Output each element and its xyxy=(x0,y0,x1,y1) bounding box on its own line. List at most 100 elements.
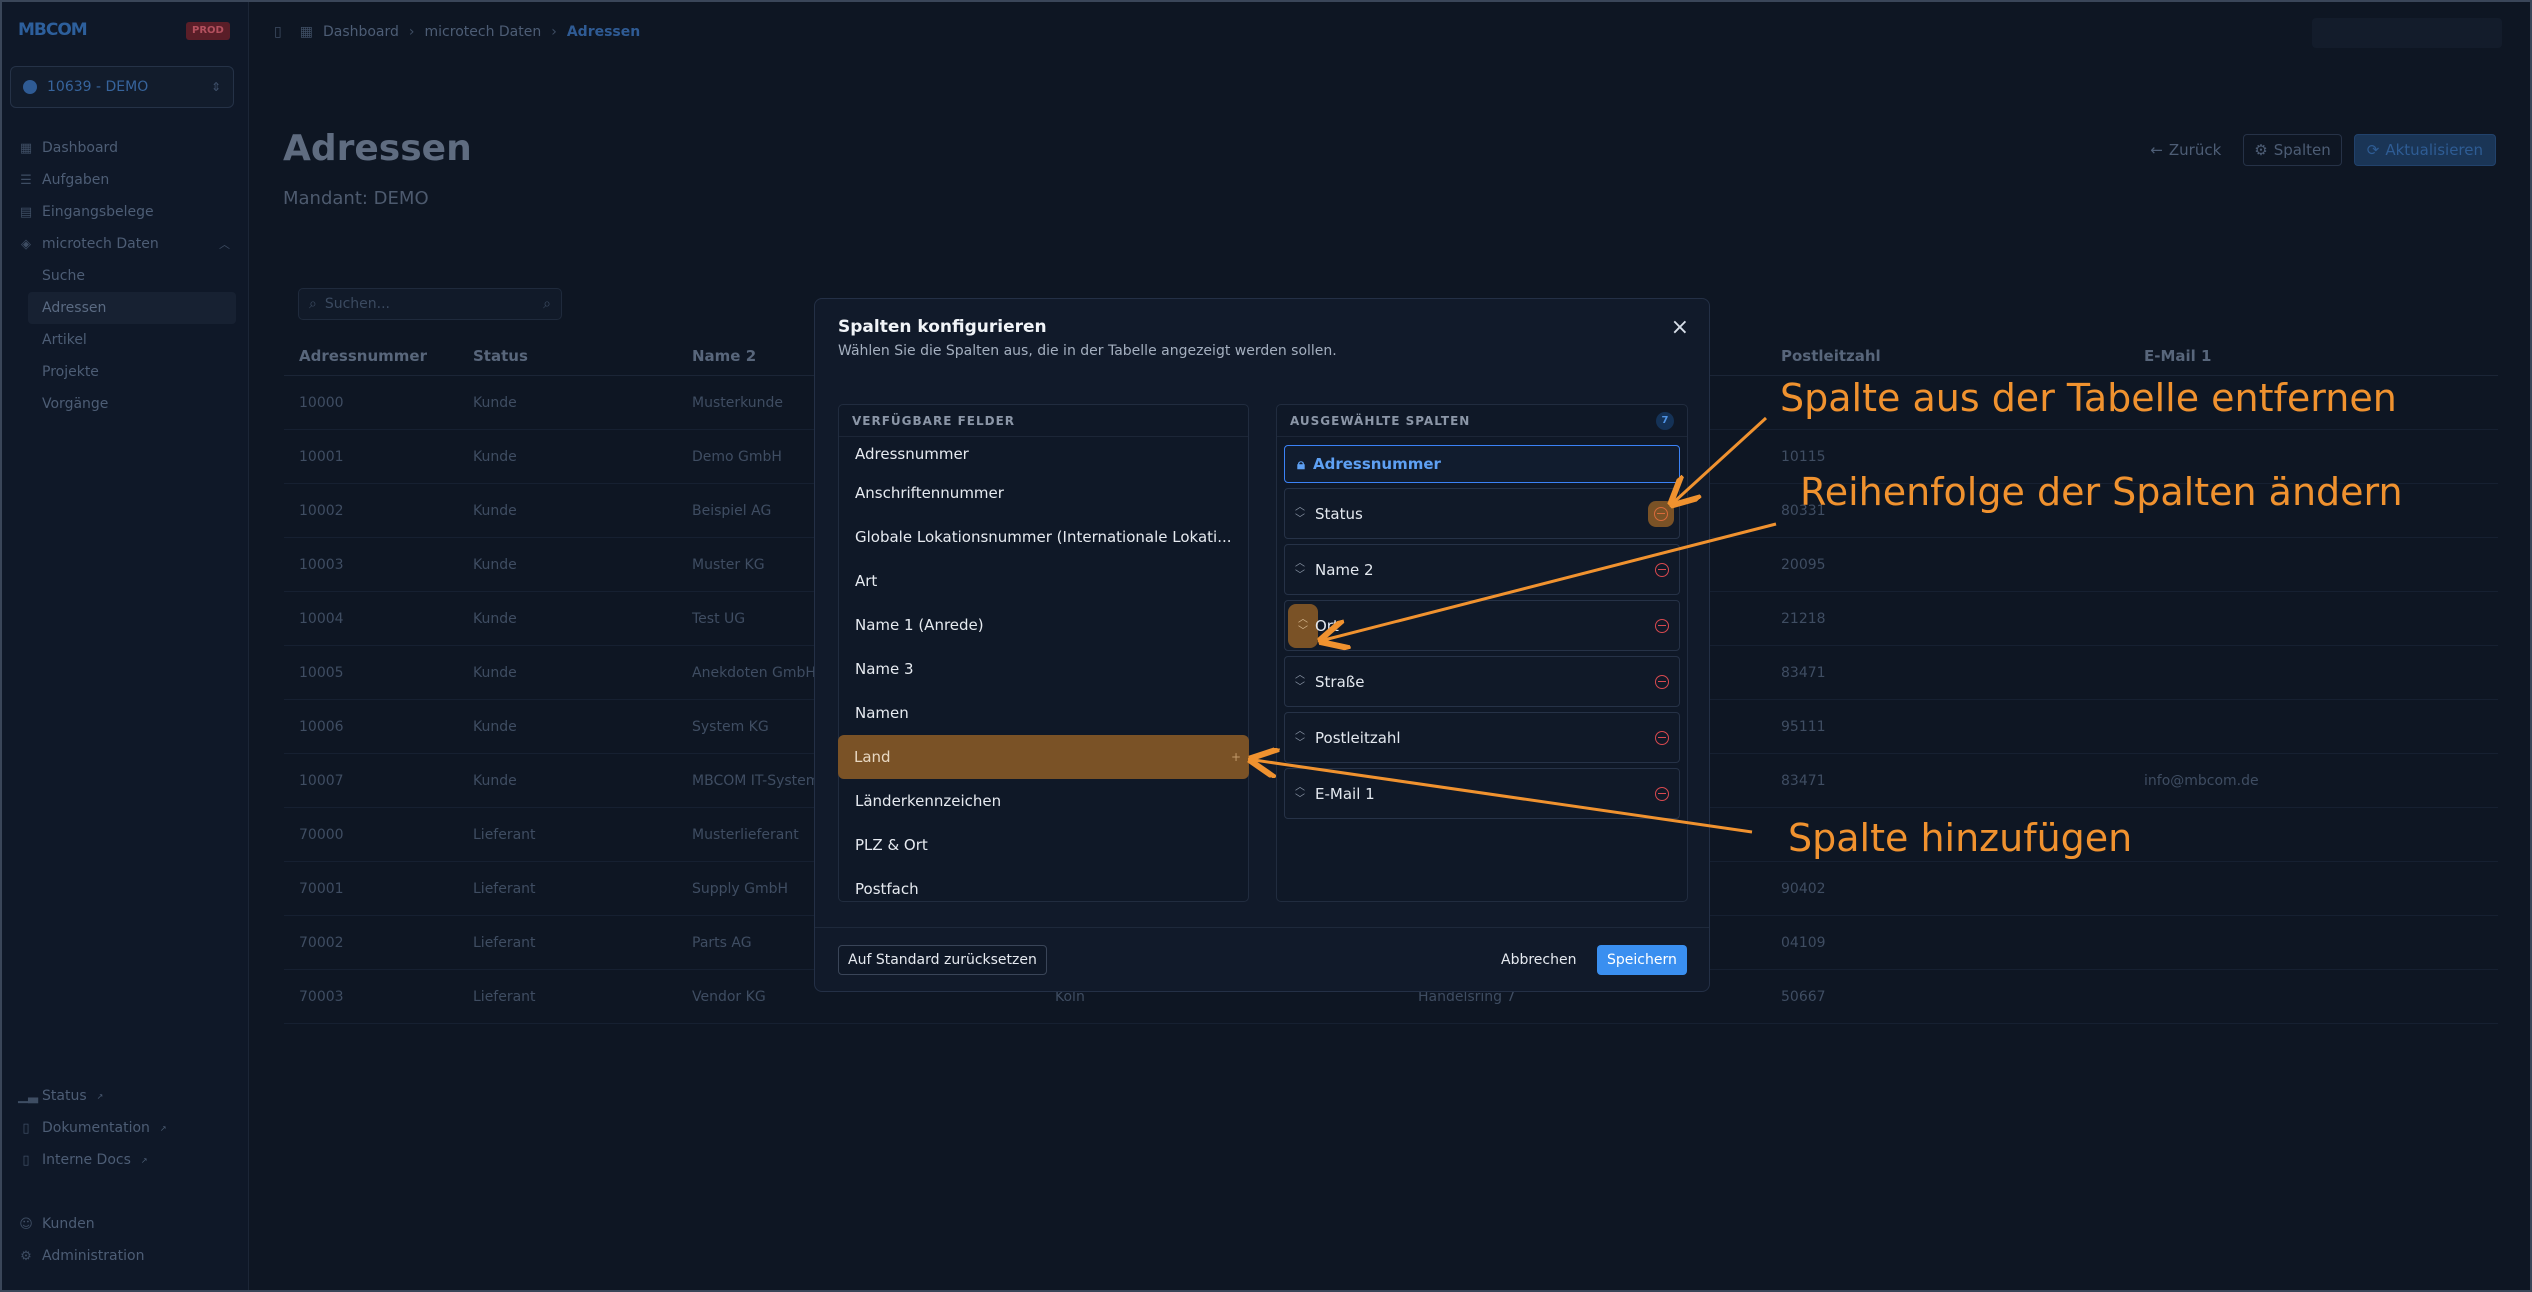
sidebar-item-label: Status xyxy=(42,1088,87,1104)
remove-circle-icon[interactable] xyxy=(1655,618,1669,633)
available-field-item[interactable]: Land + xyxy=(838,735,1249,779)
reorder-arrows-icon[interactable]: ︿ ﹀ xyxy=(1285,558,1315,582)
selected-column-item[interactable]: ︿ ﹀ Ort xyxy=(1284,600,1680,651)
back-button-label: Zurück xyxy=(2168,141,2222,159)
available-field-item[interactable]: PLZ & Ort xyxy=(839,823,1248,867)
sidebar-item-aufgaben[interactable]: ☰ Aufgaben xyxy=(14,164,236,196)
column-header[interactable]: Adressnummer xyxy=(284,347,458,365)
table-cell: info@mbcom.de xyxy=(2144,772,2259,789)
remove-circle-icon[interactable] xyxy=(1655,674,1669,689)
chevron-right-icon: › xyxy=(551,24,557,40)
column-header[interactable]: E-Mail 1 xyxy=(2129,347,2429,365)
refresh-button[interactable]: ⟳ Aktualisieren xyxy=(2353,134,2496,166)
selected-column-label: Ort xyxy=(1315,616,1339,635)
sidebar-item-artikel[interactable]: Artikel xyxy=(42,324,236,356)
available-field-label: Adressnummer xyxy=(855,445,969,463)
plus-icon[interactable]: + xyxy=(1231,750,1241,764)
reorder-arrows-icon[interactable]: ︿ ﹀ xyxy=(1285,726,1315,750)
table-cell: Kunde xyxy=(473,394,517,411)
page-subtitle: Mandant: DEMO xyxy=(283,188,429,209)
breadcrumb-microtech[interactable]: microtech Daten xyxy=(425,24,542,40)
reset-defaults-button[interactable]: Auf Standard zurücksetzen xyxy=(838,945,1047,975)
sidebar-item-label: Administration xyxy=(42,1248,145,1264)
search-input[interactable]: ⌕ Suchen... ⌕ xyxy=(298,288,562,320)
table-cell: 70003 xyxy=(299,988,344,1005)
selected-columns-title: AUSGEWÄHLTE SPALTEN xyxy=(1290,413,1471,428)
table-cell: 10002 xyxy=(299,502,344,519)
selected-column-item[interactable]: ︿ ﹀ Name 2 xyxy=(1284,544,1680,595)
table-cell: 70002 xyxy=(299,934,344,951)
external-link-icon: ↗ xyxy=(96,1091,104,1101)
arrow-left-icon: ← xyxy=(2150,141,2163,159)
selected-column-item[interactable]: ︿ ﹀ E-Mail 1 xyxy=(1284,768,1680,819)
available-field-item[interactable]: Länderkennzeichen xyxy=(839,779,1248,823)
book-icon: ▯ xyxy=(22,1152,30,1168)
sidebar-item-label: Eingangsbelege xyxy=(42,204,154,220)
sidebar-item-administration[interactable]: ⚙ Administration xyxy=(14,1240,236,1272)
available-field-label: Länderkennzeichen xyxy=(855,792,1002,810)
selected-column-label: Straße xyxy=(1315,672,1365,691)
available-field-item[interactable]: Globale Lokationsnummer (Internationale … xyxy=(839,515,1248,559)
table-cell: Kunde xyxy=(473,610,517,627)
table-cell: 10007 xyxy=(299,772,344,789)
sidebar-item-interne-docs[interactable]: ▯ Interne Docs ↗ xyxy=(14,1144,236,1176)
sidebar-item-vorgaenge[interactable]: Vorgänge xyxy=(42,388,236,420)
sidebar-item-suche[interactable]: Suche xyxy=(42,260,236,292)
selected-column-item[interactable]: ︿ ﹀ Status xyxy=(1284,488,1680,539)
table-cell: Kunde xyxy=(473,664,517,681)
selected-columns-list: 🔒︎ Adressnummer ︿ ﹀ Status ︿ ﹀ Name 2 ︿ ﹀ O… xyxy=(1277,437,1687,819)
available-field-item[interactable]: Postfach xyxy=(839,867,1248,911)
tenant-dot-icon xyxy=(23,80,37,94)
page-title: Adressen xyxy=(283,128,472,169)
reorder-arrows-icon[interactable]: ︿ ﹀ xyxy=(1285,502,1315,526)
available-field-item[interactable]: Namen xyxy=(839,691,1248,735)
reorder-arrows-icon[interactable]: ︿ ﹀ xyxy=(1285,782,1315,806)
sidebar-item-status[interactable]: ▁▃ Status ↗ xyxy=(14,1080,236,1112)
cancel-button[interactable]: Abbrechen xyxy=(1501,945,1576,975)
available-field-label: Art xyxy=(855,572,878,590)
sidebar-item-dashboard[interactable]: ▦ Dashboard xyxy=(14,132,236,164)
available-field-item[interactable]: Art xyxy=(839,559,1248,603)
sidebar-item-adressen[interactable]: Adressen xyxy=(28,292,236,324)
gear-icon: ⚙ xyxy=(2254,141,2268,159)
available-field-item[interactable]: Name 3 xyxy=(839,647,1248,691)
sidebar-item-dokumentation[interactable]: ▯ Dokumentation ↗ xyxy=(14,1112,236,1144)
sidebar-item-eingangsbelege[interactable]: ▤ Eingangsbelege xyxy=(14,196,236,228)
chevron-updown-icon: ⇕ xyxy=(210,80,221,94)
back-button[interactable]: ← Zurück xyxy=(2140,134,2231,166)
remove-circle-icon[interactable] xyxy=(1655,730,1669,745)
reorder-arrows-icon[interactable]: ︿ ﹀ xyxy=(1288,603,1318,648)
sidebar-item-projekte[interactable]: Projekte xyxy=(42,356,236,388)
sidebar-toggle-icon[interactable]: ▯ xyxy=(274,24,282,40)
sidebar: MBCOM PROD 10639 - DEMO ⇕ ▦ Dashboard ☰ … xyxy=(0,0,249,1292)
sidebar-item-microtech-daten[interactable]: ◈ microtech Daten ︿ xyxy=(14,228,236,260)
remove-circle-icon[interactable] xyxy=(1654,506,1668,521)
remove-circle-icon[interactable] xyxy=(1655,786,1669,801)
table-cell: 83471 xyxy=(1781,772,1826,789)
available-field-item[interactable]: Name 1 (Anrede) xyxy=(839,603,1248,647)
columns-button[interactable]: ⚙ Spalten xyxy=(2243,134,2342,166)
column-header[interactable]: Postleitzahl xyxy=(1766,347,2129,365)
topbar-user-area[interactable] xyxy=(2312,18,2502,48)
refresh-icon: ⟳ xyxy=(2366,141,2380,159)
reorder-arrows-icon[interactable]: ︿ ﹀ xyxy=(1285,670,1315,694)
selected-column-item[interactable]: ︿ ﹀ Straße xyxy=(1284,656,1680,707)
close-icon[interactable]: × xyxy=(1671,317,1689,339)
save-button[interactable]: Speichern xyxy=(1597,945,1687,975)
tenant-selector[interactable]: 10639 - DEMO ⇕ xyxy=(10,66,234,108)
selected-column-label: E-Mail 1 xyxy=(1315,784,1375,803)
annotation-remove: Spalte aus der Tabelle entfernen xyxy=(1780,376,2397,420)
available-field-item[interactable]: Anschriftennummer xyxy=(839,471,1248,515)
sidebar-subnav: Suche Adressen Artikel Projekte Vorgänge xyxy=(14,260,236,420)
column-header[interactable]: Status xyxy=(458,347,677,365)
app-root: MBCOM PROD 10639 - DEMO ⇕ ▦ Dashboard ☰ … xyxy=(0,0,2532,1292)
remove-circle-icon[interactable] xyxy=(1655,562,1669,577)
logo: MBCOM xyxy=(18,20,88,44)
selected-column-item[interactable]: ︿ ﹀ Postleitzahl xyxy=(1284,712,1680,763)
sidebar-bottom-nav: ▁▃ Status ↗ ▯ Dokumentation ↗ ▯ Interne Do… xyxy=(14,1080,236,1176)
tenant-label: 10639 - DEMO xyxy=(47,79,149,95)
available-field-item[interactable]: Adressnummer xyxy=(839,437,1248,471)
breadcrumb-dashboard[interactable]: Dashboard xyxy=(323,24,399,40)
available-field-label: Name 1 (Anrede) xyxy=(855,616,984,634)
sidebar-item-kunden[interactable]: ☺ Kunden xyxy=(14,1208,236,1240)
